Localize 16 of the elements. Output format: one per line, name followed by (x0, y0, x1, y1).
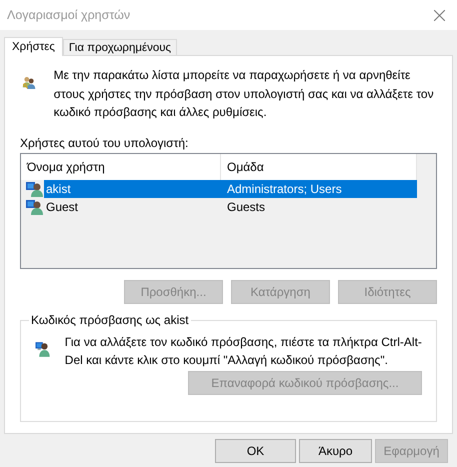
user-group[interactable]: Administrators; Users (221, 180, 417, 198)
button[interactable]: Άκυρο (299, 439, 372, 463)
button[interactable]: OK (215, 439, 296, 463)
password-info-text: Για να αλλάξετε τον κωδικό πρόσβασης, πιέστε τα πλήκτρα Ctrl-Alt-Del και κάντε κλικ στο κουμπί "Αλλαγή κωδικού πρόσβασης". (64, 334, 422, 369)
user-name[interactable]: akist (44, 180, 221, 198)
user-icon (26, 199, 44, 216)
window-title: Λογαριασμοί χρηστών (7, 6, 130, 24)
tab[interactable]: Χρήστες (4, 37, 63, 56)
group-title: Κωδικός πρόσβασης ως akist (29, 312, 191, 326)
users-label: Χρήστες αυτού του υπολογιστή: (20, 136, 190, 150)
close-icon[interactable] (434, 10, 445, 20)
user-group[interactable]: Guests (221, 198, 417, 216)
user-icon (26, 180, 44, 197)
user-name[interactable]: Guest (44, 198, 221, 216)
tab[interactable]: Για προχωρημένους (62, 39, 178, 55)
intro-text: Με την παρακάτω λίστα μπορείτε να παραχωρήσετε ή να αρνηθείτε στους χρήστες την πρόσβαση στον υπολογιστή σας και να αλλάξετε τον κωδικό πρόσβασης και άλλες ρυθμίσεις. (54, 67, 435, 121)
